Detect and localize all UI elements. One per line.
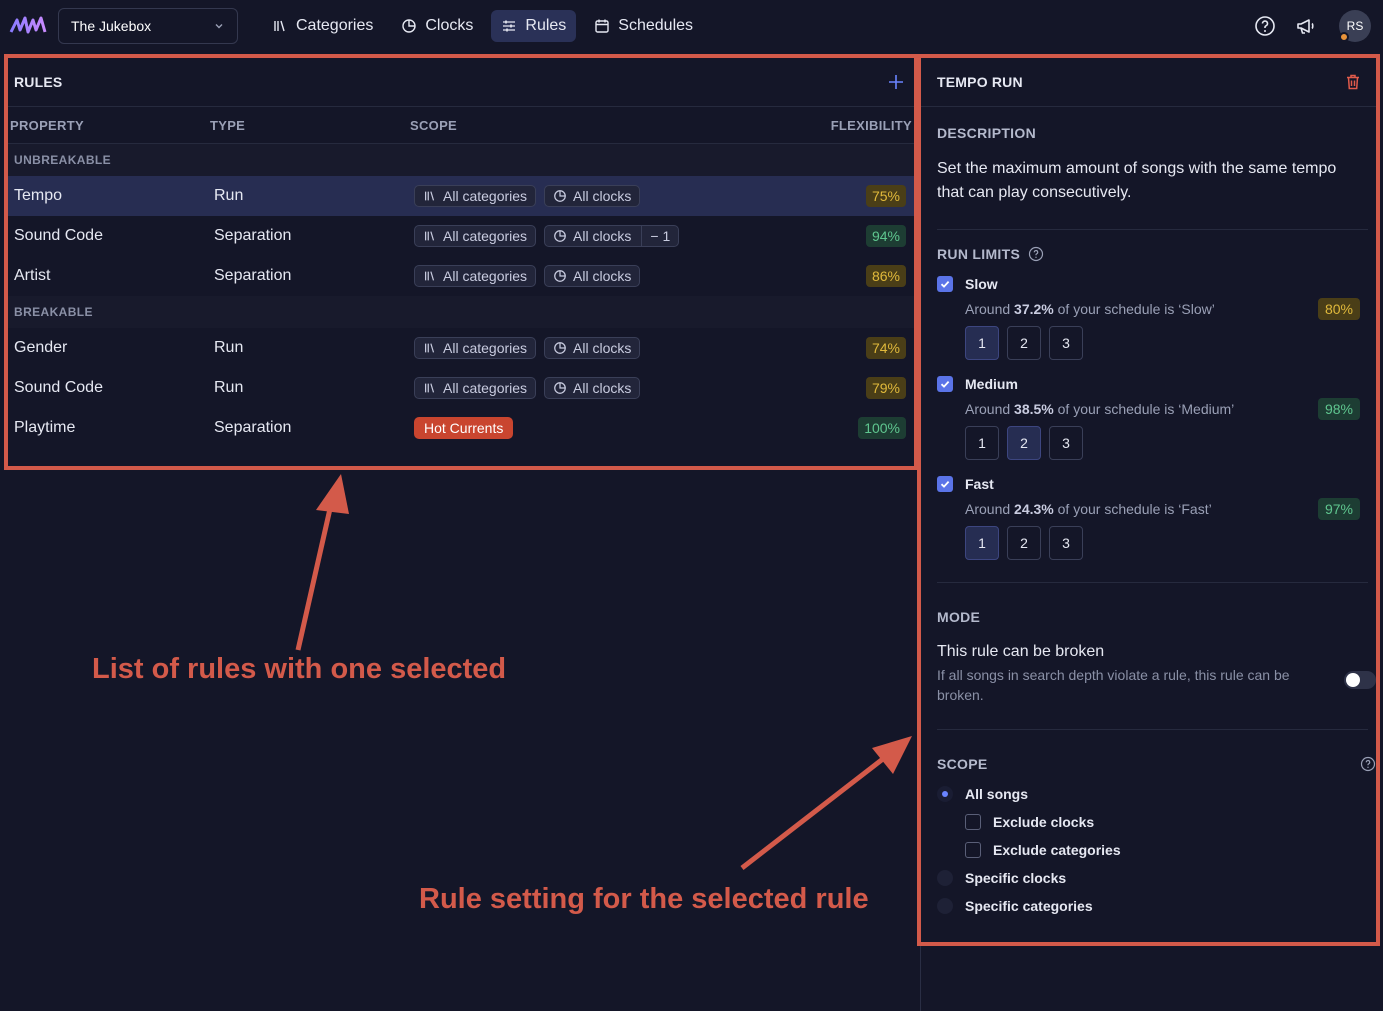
annotation-rule-settings: Rule setting for the selected rule bbox=[419, 883, 869, 915]
annotation-rules-list: List of rules with one selected bbox=[92, 653, 507, 685]
annotation-arrows bbox=[295, 474, 912, 870]
